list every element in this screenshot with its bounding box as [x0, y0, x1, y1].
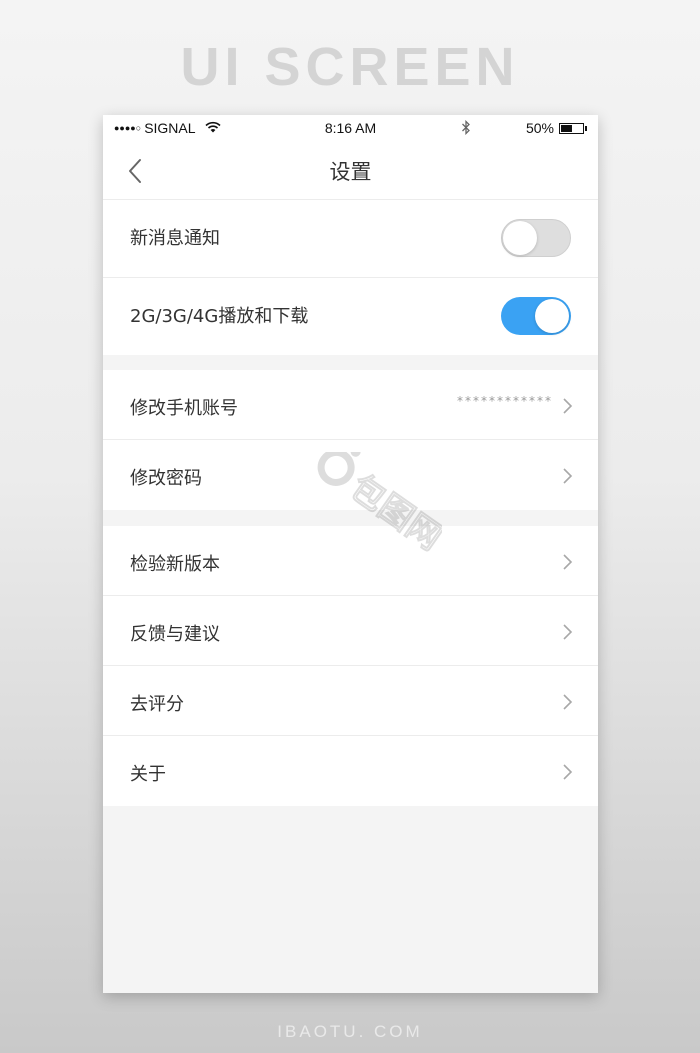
setting-row-feedback[interactable]: 反馈与建议 — [103, 596, 598, 666]
setting-label: 反馈与建议 — [130, 624, 220, 645]
setting-label: 修改密码 — [130, 468, 202, 489]
setting-label: 检验新版本 — [130, 554, 220, 575]
setting-row-rate[interactable]: 去评分 — [103, 666, 598, 736]
battery-icon — [559, 122, 584, 134]
setting-label: 新消息通知 — [130, 228, 220, 249]
setting-label: 2G/3G/4G播放和下载 — [130, 306, 309, 327]
setting-label: 关于 — [130, 764, 166, 785]
poster-title: UI SCREEN — [180, 37, 520, 97]
setting-row-mobile-data: 2G/3G/4G播放和下载 — [103, 278, 598, 355]
notifications-toggle[interactable] — [501, 219, 571, 257]
settings-group-account: 修改手机账号 ************ 修改密码 — [103, 370, 598, 510]
nav-bar: 设置 — [103, 142, 598, 200]
toggle-knob — [535, 299, 569, 333]
battery-percent: 50% — [525, 120, 554, 136]
chevron-right-icon — [563, 554, 573, 570]
battery-fill — [561, 124, 572, 132]
bluetooth-icon — [461, 119, 471, 138]
chevron-right-icon — [563, 468, 573, 484]
setting-row-notifications: 新消息通知 — [103, 200, 598, 278]
mobile-data-toggle[interactable] — [501, 297, 571, 335]
status-time: 8:16 AM — [324, 120, 377, 136]
settings-group-misc: 检验新版本 反馈与建议 去评分 关于 — [103, 526, 598, 806]
battery-tip — [585, 125, 587, 131]
settings-group-toggles: 新消息通知 2G/3G/4G播放和下载 — [103, 200, 598, 355]
page-title: 设置 — [329, 160, 372, 184]
masked-phone-value: ************ — [457, 394, 553, 408]
toggle-knob — [503, 221, 537, 255]
setting-row-about[interactable]: 关于 — [103, 736, 598, 806]
battery-indicator: 50% — [526, 120, 587, 136]
status-bar: ●●●●○ SIGNAL 8:16 AM 50% — [103, 115, 598, 142]
chevron-right-icon — [563, 624, 573, 640]
setting-row-check-version[interactable]: 检验新版本 — [103, 526, 598, 596]
setting-row-change-password[interactable]: 修改密码 — [103, 440, 598, 510]
poster-footer: IBAOTU. COM — [277, 1022, 423, 1041]
setting-row-change-phone[interactable]: 修改手机账号 ************ — [103, 370, 598, 440]
phone-screen: ●●●●○ SIGNAL 8:16 AM 50% 设置 新消息通知 2G/3G/… — [103, 115, 598, 993]
chevron-right-icon — [563, 398, 573, 414]
setting-label: 修改手机账号 — [130, 398, 238, 419]
chevron-right-icon — [563, 764, 573, 780]
chevron-right-icon — [563, 694, 573, 710]
setting-label: 去评分 — [130, 694, 184, 715]
